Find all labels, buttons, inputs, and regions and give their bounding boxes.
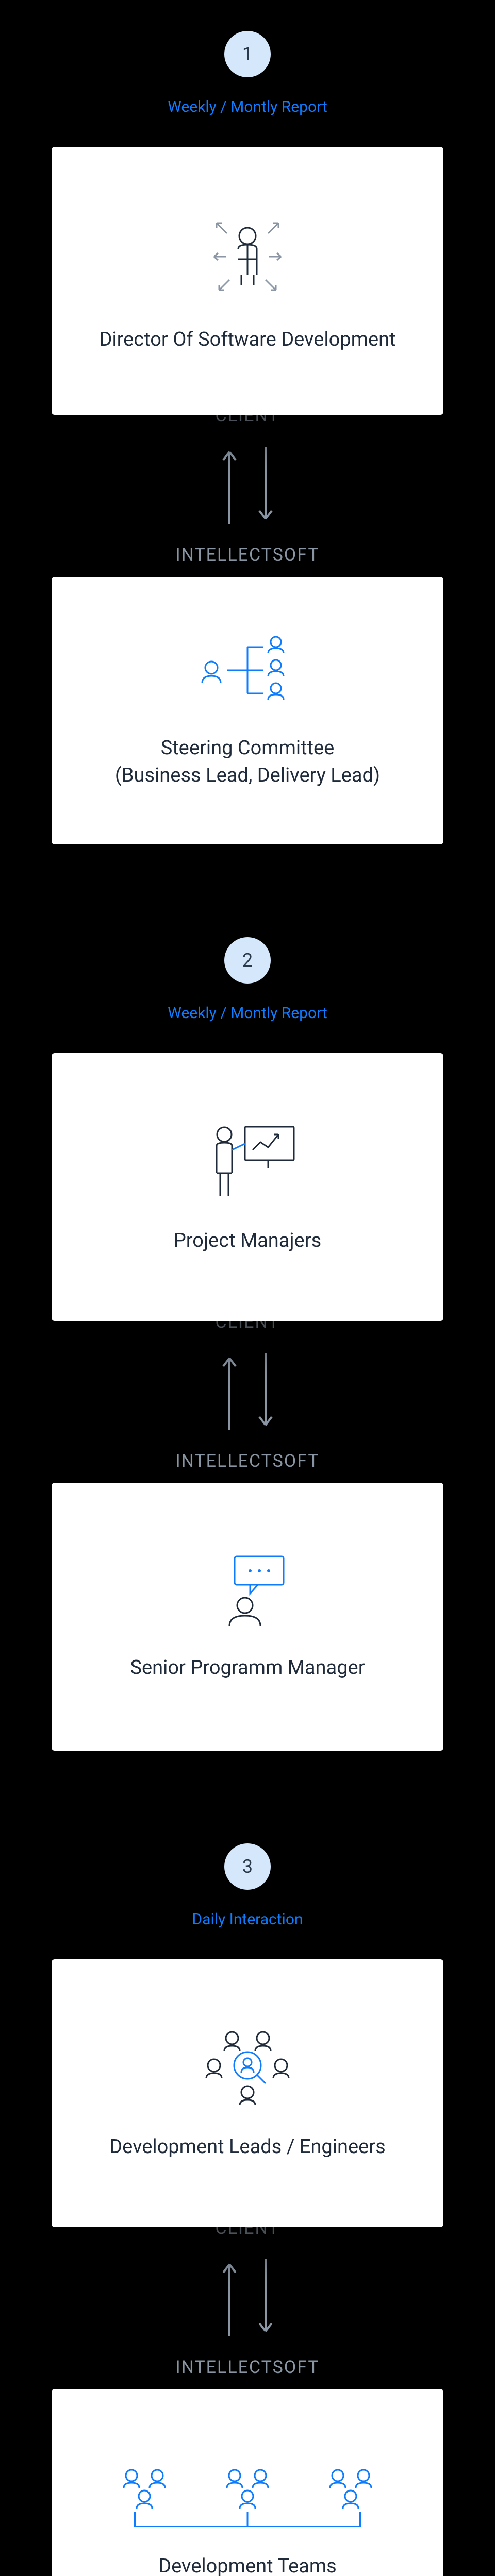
card-title: Steering Committee(Business Lead, Delive…: [115, 735, 380, 789]
card-pm: Project Manajers: [52, 1053, 443, 1321]
step-badge: 2: [224, 937, 271, 984]
presenter-icon: [196, 1119, 299, 1201]
step-badge: 1: [224, 31, 271, 77]
director-icon: [201, 208, 294, 300]
section-subtitle: Weekly / Montly Report: [168, 98, 327, 116]
card-title: Director Of Software Development: [99, 326, 395, 353]
bidirectional-arrows-icon: [219, 1353, 276, 1430]
speech-person-icon: [204, 1551, 291, 1629]
card-steering: Steering Committee(Business Lead, Delive…: [52, 577, 443, 844]
card-title: Senior Programm Manager: [130, 1654, 365, 1682]
connector: CLIENT INTELLECTSOFT: [175, 1312, 319, 1492]
teams-connector-line: [134, 2512, 361, 2527]
dev-teams-icon: [108, 2465, 387, 2512]
section-2: 2 Weekly / Montly Report Project Manajer…: [0, 937, 495, 1751]
card-senior-pm: Senior Programm Manager: [52, 1483, 443, 1751]
section-subtitle: Weekly / Montly Report: [168, 1004, 327, 1022]
connector: CLIENT INTELLECTSOFT: [175, 2218, 319, 2398]
card-director: Director Of Software Development: [52, 147, 443, 415]
vendor-label: INTELLECTSOFT: [175, 2357, 319, 2378]
team-search-icon: [196, 2025, 299, 2108]
section-1: 1 Weekly / Montly Report Director Of Sof…: [0, 31, 495, 844]
card-title: Project Manajers: [174, 1227, 321, 1255]
vendor-label: INTELLECTSOFT: [175, 545, 319, 565]
bidirectional-arrows-icon: [219, 447, 276, 524]
step-badge: 3: [224, 1843, 271, 1890]
section-3: 3 Daily Interaction Dev: [0, 1843, 495, 2576]
connector: CLIENT INTELLECTSOFT: [175, 405, 319, 586]
section-subtitle: Daily Interaction: [192, 1910, 303, 1928]
card-title: Development Teams: [158, 2553, 337, 2576]
vendor-label: INTELLECTSOFT: [175, 1451, 319, 1471]
bidirectional-arrows-icon: [219, 2259, 276, 2336]
card-dev-teams: Development Teams: [52, 2389, 443, 2576]
card-dev-leads: Development Leads / Engineers: [52, 1959, 443, 2227]
org-chart-icon: [191, 632, 304, 709]
card-title: Development Leads / Engineers: [109, 2133, 386, 2161]
